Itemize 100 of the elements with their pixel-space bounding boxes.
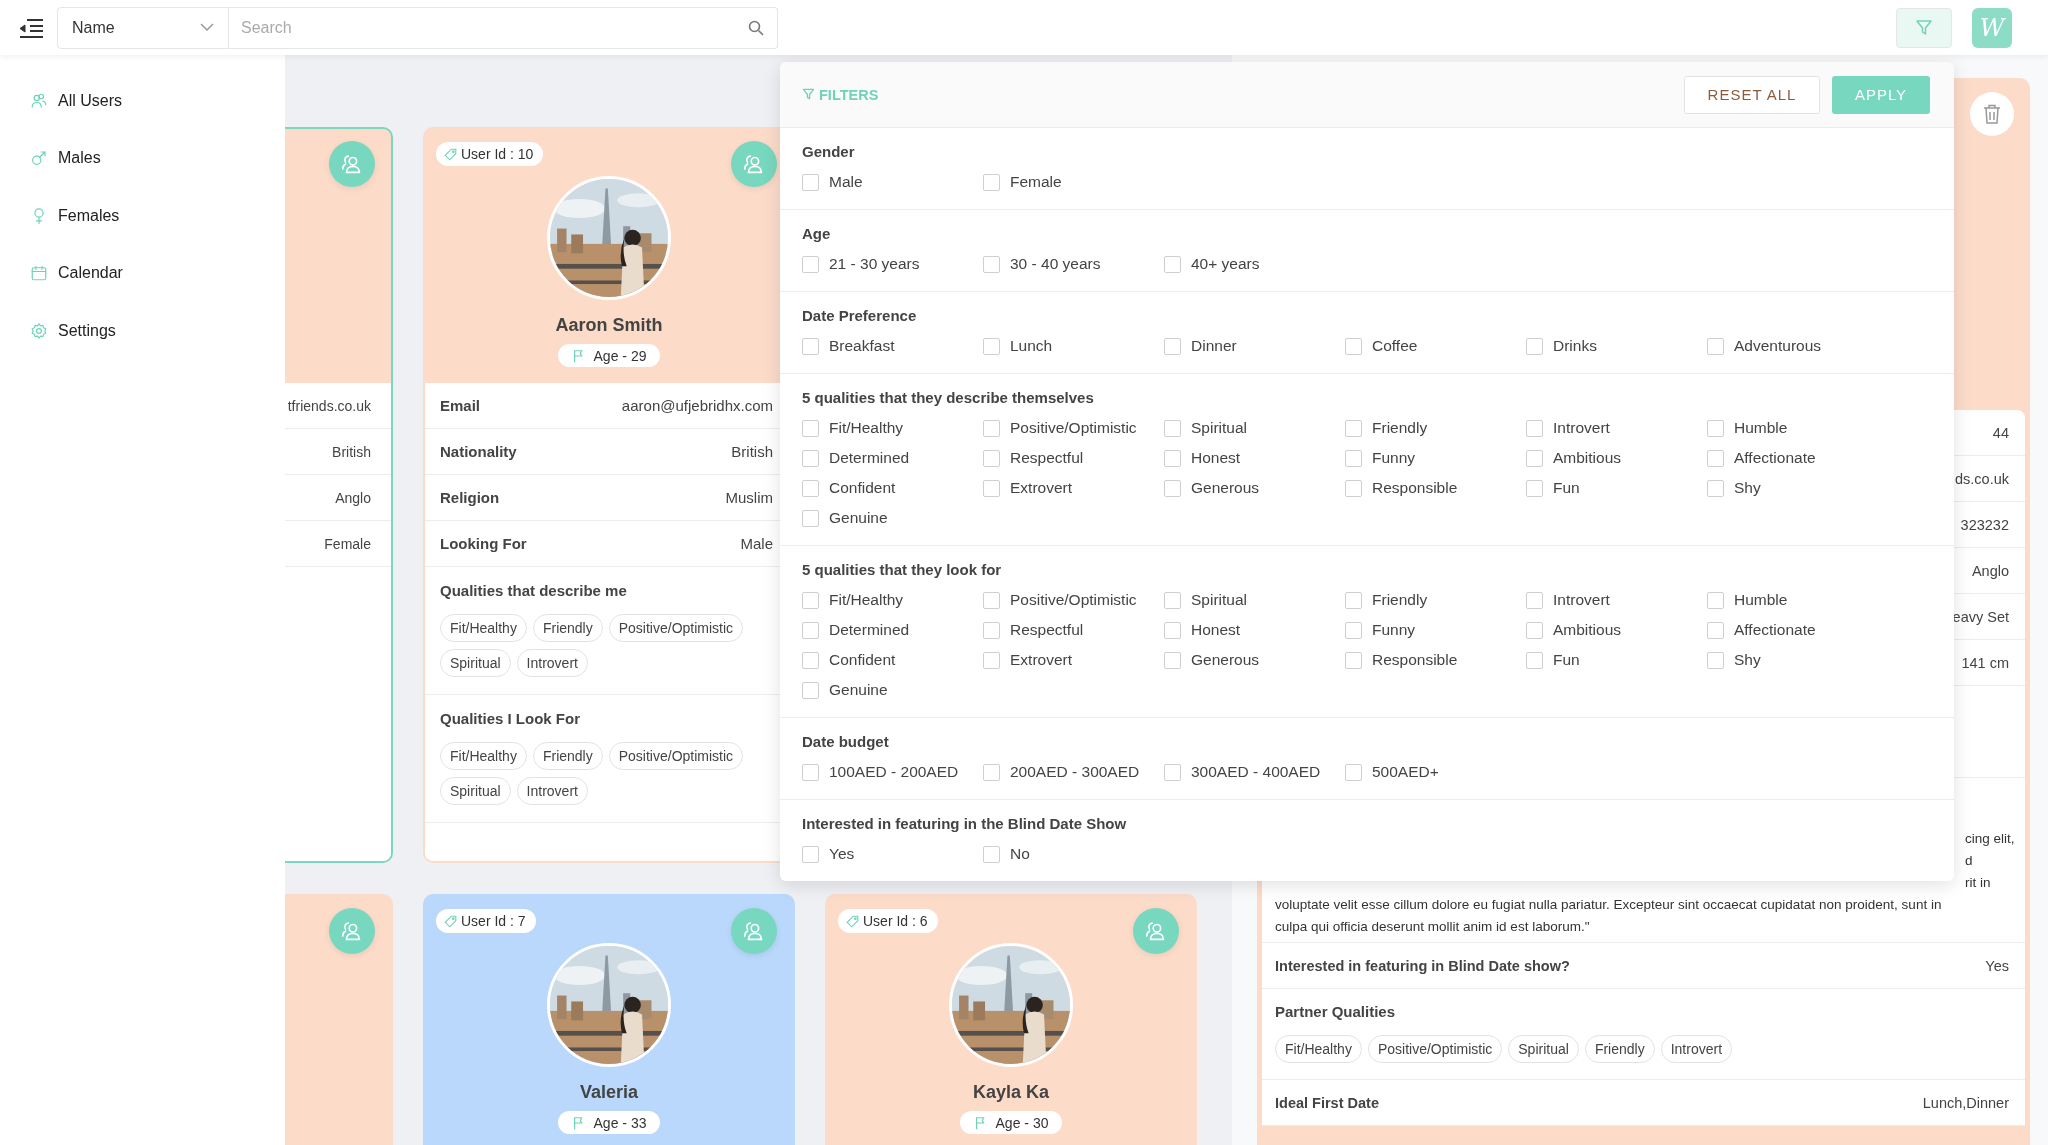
checkbox[interactable]: [983, 621, 1000, 639]
checkbox-label[interactable]: Fit/Healthy: [829, 591, 904, 609]
checkbox[interactable]: [1164, 419, 1181, 437]
search-by-dropdown[interactable]: Name: [57, 6, 229, 49]
checkbox[interactable]: [1526, 419, 1543, 437]
sidebar-item[interactable]: All Users: [0, 72, 285, 130]
checkbox[interactable]: [983, 173, 1000, 191]
checkbox[interactable]: [983, 419, 1000, 437]
checkbox[interactable]: [1526, 591, 1543, 609]
checkbox-label[interactable]: Introvert: [1553, 591, 1610, 609]
checkbox-label[interactable]: Shy: [1734, 651, 1761, 669]
delete-button[interactable]: [1970, 92, 2014, 136]
checkbox-label[interactable]: 30 - 40 years: [1010, 255, 1101, 273]
checkbox-label[interactable]: Extrovert: [1010, 651, 1072, 669]
checkbox-label[interactable]: Ambitious: [1553, 621, 1622, 639]
checkbox[interactable]: [1345, 337, 1362, 355]
checkbox-label[interactable]: Responsible: [1372, 651, 1458, 669]
checkbox[interactable]: [1164, 763, 1181, 781]
checkbox-label[interactable]: Generous: [1191, 479, 1260, 497]
checkbox-label[interactable]: Fun: [1553, 651, 1580, 669]
checkbox-label[interactable]: 300AED - 400AED: [1191, 763, 1321, 781]
checkbox[interactable]: [802, 509, 819, 527]
sidebar-item[interactable]: Calendar: [0, 244, 285, 302]
checkbox[interactable]: [1526, 479, 1543, 497]
checkbox[interactable]: [1164, 621, 1181, 639]
checkbox[interactable]: [1164, 449, 1181, 467]
checkbox-label[interactable]: Affectionate: [1734, 621, 1816, 639]
checkbox[interactable]: [983, 845, 1000, 863]
checkbox[interactable]: [1164, 651, 1181, 669]
user-card[interactable]: User Id : 7 Valeria Age - 33: [423, 894, 795, 1145]
checkbox[interactable]: [1345, 419, 1362, 437]
checkbox[interactable]: [802, 621, 819, 639]
user-icon-button[interactable]: [329, 141, 375, 187]
checkbox-label[interactable]: Honest: [1191, 621, 1241, 639]
checkbox[interactable]: [802, 173, 819, 191]
checkbox[interactable]: [983, 479, 1000, 497]
checkbox-label[interactable]: Dinner: [1191, 337, 1237, 355]
user-icon-button[interactable]: [329, 908, 375, 954]
checkbox[interactable]: [1164, 255, 1181, 273]
checkbox-label[interactable]: Female: [1010, 173, 1062, 191]
checkbox-label[interactable]: Fit/Healthy: [829, 419, 904, 437]
checkbox[interactable]: [1345, 621, 1362, 639]
checkbox-label[interactable]: No: [1010, 845, 1030, 863]
checkbox-label[interactable]: Genuine: [829, 509, 888, 527]
checkbox[interactable]: [1345, 591, 1362, 609]
checkbox[interactable]: [983, 591, 1000, 609]
checkbox[interactable]: [802, 479, 819, 497]
user-card[interactable]: tfriends.co.uk British Anglo Female: [285, 127, 393, 863]
checkbox-label[interactable]: Generous: [1191, 651, 1260, 669]
search-field[interactable]: Search: [229, 6, 778, 49]
checkbox-label[interactable]: Introvert: [1553, 419, 1610, 437]
checkbox-label[interactable]: Determined: [829, 621, 910, 639]
checkbox-label[interactable]: Respectful: [1010, 449, 1084, 467]
checkbox[interactable]: [1345, 763, 1362, 781]
checkbox[interactable]: [802, 763, 819, 781]
checkbox-label[interactable]: Respectful: [1010, 621, 1084, 639]
checkbox[interactable]: [1526, 651, 1543, 669]
checkbox-label[interactable]: 500AED+: [1372, 763, 1439, 781]
checkbox-label[interactable]: Extrovert: [1010, 479, 1072, 497]
checkbox-label[interactable]: Confident: [829, 479, 896, 497]
checkbox-label[interactable]: Honest: [1191, 449, 1241, 467]
checkbox[interactable]: [1707, 337, 1724, 355]
checkbox-label[interactable]: Breakfast: [829, 337, 895, 355]
checkbox-label[interactable]: 100AED - 200AED: [829, 763, 959, 781]
checkbox[interactable]: [1707, 591, 1724, 609]
checkbox-label[interactable]: Friendly: [1372, 591, 1428, 609]
checkbox[interactable]: [983, 651, 1000, 669]
checkbox[interactable]: [1707, 621, 1724, 639]
checkbox-label[interactable]: Positive/Optimistic: [1010, 419, 1137, 437]
reset-button[interactable]: RESET ALL: [1684, 75, 1820, 114]
checkbox-label[interactable]: Spiritual: [1191, 419, 1247, 437]
checkbox[interactable]: [802, 681, 819, 699]
checkbox-label[interactable]: 200AED - 300AED: [1010, 763, 1140, 781]
checkbox-label[interactable]: Ambitious: [1553, 449, 1622, 467]
filter-button[interactable]: [1896, 7, 1952, 48]
checkbox-label[interactable]: Determined: [829, 449, 910, 467]
checkbox[interactable]: [1345, 651, 1362, 669]
checkbox-label[interactable]: Responsible: [1372, 479, 1458, 497]
checkbox-label[interactable]: Shy: [1734, 479, 1761, 497]
checkbox[interactable]: [802, 419, 819, 437]
checkbox[interactable]: [1164, 337, 1181, 355]
user-icon-button[interactable]: [731, 141, 777, 187]
user-icon-button[interactable]: [1133, 908, 1179, 954]
checkbox-label[interactable]: Funny: [1372, 449, 1416, 467]
checkbox-label[interactable]: Humble: [1734, 419, 1788, 437]
checkbox[interactable]: [983, 255, 1000, 273]
user-card[interactable]: User Id : 6 Kayla Ka Age - 30: [825, 894, 1197, 1145]
checkbox[interactable]: [802, 651, 819, 669]
checkbox[interactable]: [1707, 449, 1724, 467]
checkbox[interactable]: [1164, 591, 1181, 609]
checkbox[interactable]: [1345, 449, 1362, 467]
checkbox-label[interactable]: Fun: [1553, 479, 1580, 497]
checkbox[interactable]: [1707, 651, 1724, 669]
checkbox[interactable]: [802, 337, 819, 355]
sidebar-item[interactable]: Settings: [0, 302, 285, 360]
checkbox-label[interactable]: 21 - 30 years: [829, 255, 920, 273]
checkbox[interactable]: [1345, 479, 1362, 497]
checkbox-label[interactable]: Lunch: [1010, 337, 1053, 355]
checkbox-label[interactable]: Coffee: [1372, 337, 1418, 355]
checkbox-label[interactable]: Humble: [1734, 591, 1788, 609]
